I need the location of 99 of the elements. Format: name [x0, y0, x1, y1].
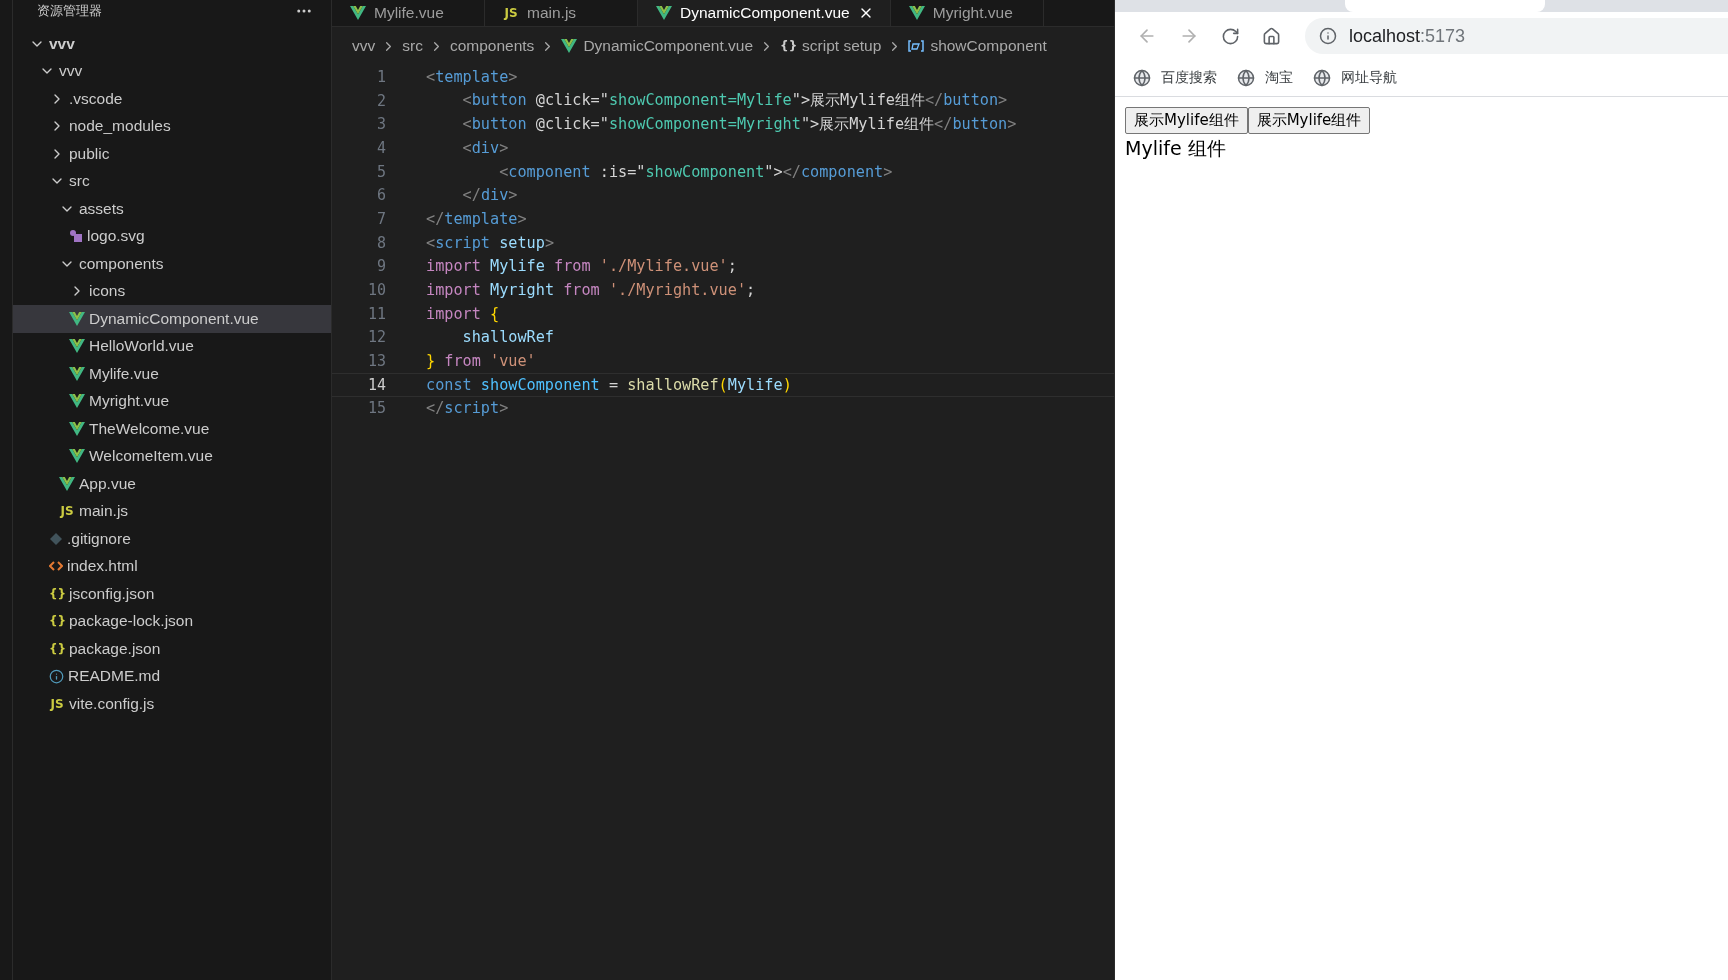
vue-file-icon [69, 366, 85, 381]
braces-icon: {} [780, 39, 797, 53]
file-item[interactable]: logo.svg [13, 222, 331, 250]
line-number: 12 [366, 328, 386, 347]
line-number: 13 [366, 352, 386, 371]
code-line: </script> [426, 399, 509, 418]
line-number: 1 [375, 67, 386, 86]
file-item[interactable]: App.vue [13, 470, 331, 498]
folder-item[interactable]: components [13, 250, 331, 278]
show-component-button[interactable]: 展示Mylife组件 [1125, 107, 1248, 134]
folder-item[interactable]: vvv [13, 57, 331, 85]
code-line: import { [426, 304, 500, 323]
folder-item[interactable]: public [13, 140, 331, 168]
code-line: </template> [426, 209, 527, 228]
code-line: <button @click="showComponent=Mylife">展示Mylife组件</button> [461, 90, 1008, 112]
image-file-icon [69, 229, 83, 244]
vue-file-icon [561, 39, 578, 53]
js-file-icon: JS [503, 6, 519, 20]
vue-file-icon [69, 339, 85, 354]
file-item[interactable]: TheWelcome.vue [13, 415, 331, 443]
code-line: <div> [461, 138, 509, 157]
vue-file-icon [908, 6, 925, 20]
breadcrumb-item[interactable]: src [402, 37, 423, 55]
vue-file-icon [59, 476, 75, 491]
line-number: 10 [366, 281, 386, 300]
vue-file-icon [69, 311, 85, 326]
breadcrumb-item[interactable]: DynamicComponent.vue [561, 37, 754, 55]
globe-icon [1313, 69, 1331, 87]
json-file-icon: {} [49, 614, 65, 629]
breadcrumb-item[interactable]: showComponent [908, 37, 1047, 55]
json-file-icon: {} [49, 641, 65, 656]
file-item[interactable]: JS main.js [13, 497, 331, 525]
code-line: </div> [461, 186, 518, 205]
diamond-icon [49, 531, 63, 546]
code-line: shallowRef [461, 328, 554, 347]
line-number: 2 [375, 91, 386, 110]
folder-item[interactable]: src [13, 167, 331, 195]
breadcrumb-item[interactable]: vvv [352, 37, 376, 55]
info-icon [1319, 27, 1337, 45]
line-number: 3 [375, 115, 386, 134]
file-item[interactable]: {} jsconfig.json [13, 580, 331, 608]
url-text: localhost:5173 [1349, 25, 1466, 47]
line-number: 7 [375, 209, 386, 228]
vue-file-icon [656, 6, 672, 20]
line-number: 6 [375, 186, 386, 205]
file-item[interactable]: Mylife.vue [13, 360, 331, 388]
file-item[interactable]: .gitignore [13, 525, 331, 553]
file-item[interactable]: Myright.vue [13, 387, 331, 415]
breadcrumb-item[interactable]: {} script setup [780, 37, 882, 55]
explorer-title: 资源管理器 [37, 2, 102, 20]
line-number: 4 [375, 138, 386, 157]
globe-icon [1133, 69, 1151, 87]
js-file-icon: JS [59, 504, 75, 519]
code-line: <button @click="showComponent=Myright">展示Mylife组件</button> [461, 113, 1017, 135]
code-line: <template> [426, 67, 518, 86]
address-bar[interactable]: localhost:5173 [1305, 18, 1728, 54]
file-item[interactable]: WelcomeItem.vue [13, 442, 331, 470]
show-component-button[interactable]: 展示Mylife组件 [1247, 107, 1371, 134]
bookmark[interactable]: 淘宝 [1237, 69, 1293, 87]
globe-icon [1237, 69, 1255, 87]
home-icon [1262, 26, 1281, 46]
editor-tab[interactable]: DynamicComponent.vue [638, 0, 891, 26]
info-icon [49, 668, 64, 684]
line-number: 8 [375, 233, 386, 252]
folder-item[interactable]: node_modules [13, 112, 331, 140]
line-number: 11 [366, 304, 386, 323]
vue-file-icon [69, 394, 85, 409]
code-line: <script setup> [426, 233, 555, 252]
file-item[interactable]: {} package.json [13, 635, 331, 663]
line-number: 5 [375, 162, 386, 181]
json-file-icon: {} [49, 586, 65, 601]
vue-file-icon [69, 449, 85, 464]
folder-item[interactable]: icons [13, 277, 331, 305]
vue-file-icon [350, 6, 366, 20]
file-item[interactable]: README.md [13, 662, 331, 690]
breadcrumb-item[interactable]: components [449, 37, 535, 55]
file-item[interactable]: {} package-lock.json [13, 607, 331, 635]
component-text: Mylife 组件 [1125, 136, 1227, 161]
line-number: 15 [366, 399, 386, 418]
js-file-icon: JS [49, 696, 65, 711]
line-number: 9 [375, 257, 386, 276]
reload-icon [1221, 26, 1240, 46]
code-line: import Mylife from './Mylife.vue'; [426, 257, 737, 276]
file-item[interactable]: HelloWorld.vue [13, 332, 331, 360]
vue-file-icon [69, 421, 85, 436]
bookmark[interactable]: 百度搜索 [1133, 69, 1217, 87]
code-line: import Myright from './Myright.vue'; [426, 281, 756, 300]
code-line: } from 'vue' [426, 352, 536, 371]
variable-icon [908, 40, 925, 52]
folder-item[interactable]: .vscode [13, 85, 331, 113]
folder-item[interactable]: vvv [13, 30, 331, 58]
code-line: const showComponent = shallowRef(Mylife) [426, 375, 792, 394]
file-item[interactable]: JS vite.config.js [13, 690, 331, 718]
line-number: 14 [366, 375, 386, 394]
bookmark[interactable]: 网址导航 [1313, 69, 1397, 87]
file-item[interactable]: DynamicComponent.vue [13, 305, 331, 333]
code-line: <component :is="showComponent"></component> [498, 162, 893, 181]
file-item[interactable]: index.html [13, 552, 331, 580]
folder-item[interactable]: assets [13, 195, 331, 223]
